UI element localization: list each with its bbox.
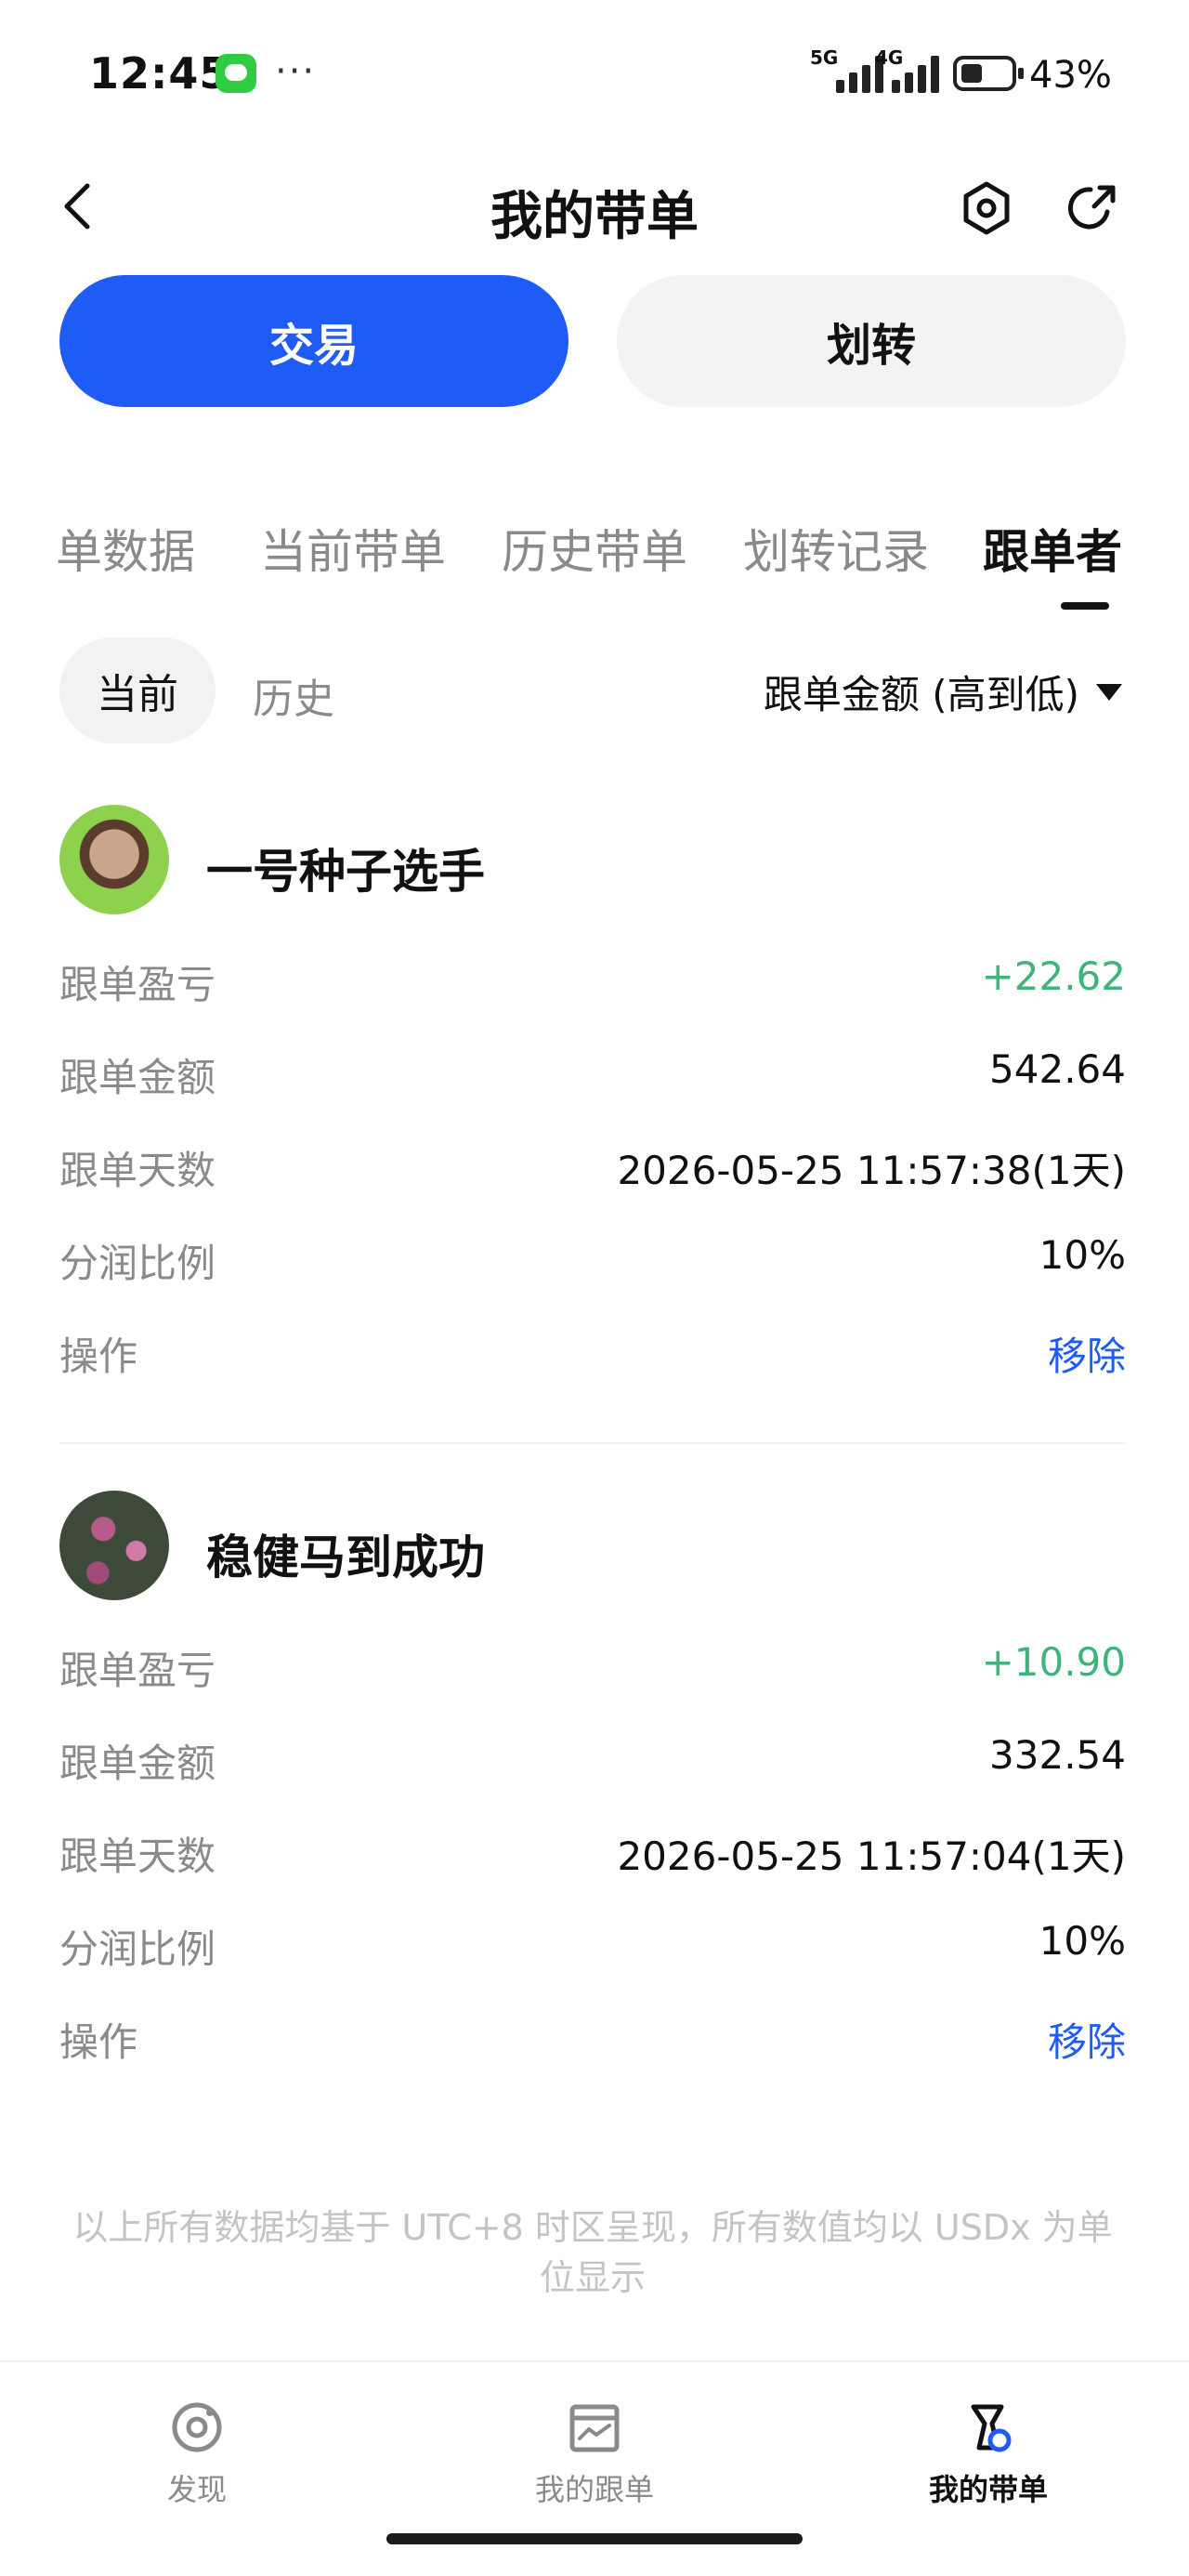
follower-pnl-value: +22.62 xyxy=(981,953,1126,999)
row-label: 分润比例 xyxy=(59,1241,216,1286)
row-label: 操作 xyxy=(59,2019,138,2065)
home-indicator xyxy=(386,2533,803,2544)
follower-card: 一号种子选手 跟单盈亏 +22.62 跟单金额 542.64 跟单天数 2026… xyxy=(59,805,1126,1398)
more-notifications-icon: ··· xyxy=(275,50,317,93)
follower-days-row: 跟单天数 2026-05-25 11:57:04(1天) xyxy=(59,1805,1126,1898)
nav-my-copy-orders-label: 我的跟单 xyxy=(534,2472,654,2507)
card-divider xyxy=(59,1442,1126,1444)
row-label: 跟单天数 xyxy=(59,1833,216,1879)
follower-action-row: 操作 移除 xyxy=(59,1305,1126,1398)
nav-my-copy-orders[interactable]: 我的跟单 xyxy=(483,2399,706,2509)
follower-amount-value: 332.54 xyxy=(989,1732,1126,1778)
follower-action-row: 操作 移除 xyxy=(59,1991,1126,2083)
network-label-4g: 4G xyxy=(875,46,904,69)
tab-current-orders[interactable]: 当前带单 xyxy=(260,515,446,582)
active-tab-indicator xyxy=(1061,602,1109,610)
transfer-button[interactable]: 划转 xyxy=(617,275,1126,407)
battery-icon xyxy=(953,56,1024,91)
nav-my-lead-orders[interactable]: 我的带单 xyxy=(877,2399,1100,2509)
remove-follower-button[interactable]: 移除 xyxy=(1048,1325,1126,1382)
follower-amount-row: 跟单金额 332.54 xyxy=(59,1712,1126,1805)
follower-share-row: 分润比例 10% xyxy=(59,1212,1126,1305)
follower-pnl-row: 跟单盈亏 +22.62 xyxy=(59,933,1126,1026)
lead-orders-icon xyxy=(971,2404,1012,2452)
sort-dropdown[interactable]: 跟单金额 (高到低) xyxy=(764,664,1122,720)
follower-share-row: 分润比例 10% xyxy=(59,1898,1126,1991)
settings-button[interactable] xyxy=(957,178,1016,238)
caret-down-icon xyxy=(1096,683,1122,701)
trade-button[interactable]: 交易 xyxy=(59,275,568,407)
nav-my-lead-orders-label: 我的带单 xyxy=(928,2472,1048,2507)
avatar xyxy=(59,1491,169,1600)
follower-share-value: 10% xyxy=(1039,1918,1126,1964)
status-time: 12:45 xyxy=(89,48,230,99)
follower-days-row: 跟单天数 2026-05-25 11:57:38(1天) xyxy=(59,1119,1126,1212)
share-icon xyxy=(1067,185,1116,230)
tab-lead-data[interactable]: 单数据 xyxy=(56,515,195,582)
follower-name: 稳健马到成功 xyxy=(206,1531,485,1584)
tab-bar: 单数据 当前带单 历史带单 划转记录 跟单者 xyxy=(0,502,1189,613)
tab-transfer-records[interactable]: 划转记录 xyxy=(743,515,929,582)
follower-pnl-row: 跟单盈亏 +10.90 xyxy=(59,1619,1126,1712)
tab-followers[interactable]: 跟单者 xyxy=(983,515,1122,582)
row-label: 跟单盈亏 xyxy=(59,1648,216,1693)
row-label: 分润比例 xyxy=(59,1926,216,1972)
tab-history-orders[interactable]: 历史带单 xyxy=(502,515,687,582)
signal-4g-icon: 4G xyxy=(875,46,959,93)
follower-name: 一号种子选手 xyxy=(206,845,485,899)
discover-icon xyxy=(172,2402,222,2452)
copy-orders-icon xyxy=(569,2404,620,2452)
row-label: 操作 xyxy=(59,1334,138,1379)
avatar xyxy=(59,805,169,914)
battery-percentage: 43% xyxy=(1029,54,1112,97)
filter-current-button[interactable]: 当前 xyxy=(59,637,216,743)
sort-dropdown-label: 跟单金额 (高到低) xyxy=(763,672,1079,717)
follower-pnl-value: +10.90 xyxy=(981,1639,1126,1685)
row-label: 跟单金额 xyxy=(59,1741,216,1786)
timezone-footnote: 以上所有数据均基于 UTC+8 时区呈现，所有数值均以 USDx 为单位显示 xyxy=(72,2207,1113,2298)
message-notification-icon xyxy=(216,54,256,93)
follower-card: 稳健马到成功 跟单盈亏 +10.90 跟单金额 332.54 跟单天数 2026… xyxy=(59,1491,1126,2083)
remove-follower-button[interactable]: 移除 xyxy=(1048,2011,1126,2068)
follower-days-value: 2026-05-25 11:57:38(1天) xyxy=(617,1148,1126,1193)
app-screen: 12:45 ··· 5G 4G 43% 我的带单 交易 划转 单数据 当前带单 … xyxy=(0,0,1189,2576)
row-label: 跟单金额 xyxy=(59,1055,216,1100)
nav-discover-label: 发现 xyxy=(166,2472,227,2507)
nav-discover[interactable]: 发现 xyxy=(85,2399,308,2509)
row-label: 跟单盈亏 xyxy=(59,962,216,1007)
row-label: 跟单天数 xyxy=(59,1148,216,1193)
follower-amount-value: 542.64 xyxy=(989,1046,1126,1092)
page-header: 我的带单 xyxy=(0,149,1189,269)
share-button[interactable] xyxy=(1063,178,1122,238)
filter-history-button[interactable]: 历史 xyxy=(253,665,334,725)
follower-card-header: 一号种子选手 xyxy=(59,805,1126,916)
follower-days-value: 2026-05-25 11:57:04(1天) xyxy=(617,1833,1126,1879)
network-label-5g: 5G xyxy=(810,46,839,69)
follower-share-value: 10% xyxy=(1039,1232,1126,1278)
settings-icon xyxy=(963,181,1010,235)
follower-amount-row: 跟单金额 542.64 xyxy=(59,1026,1126,1119)
follower-card-header: 稳健马到成功 xyxy=(59,1491,1126,1602)
status-bar: 12:45 ··· 5G 4G 43% xyxy=(0,0,1189,149)
